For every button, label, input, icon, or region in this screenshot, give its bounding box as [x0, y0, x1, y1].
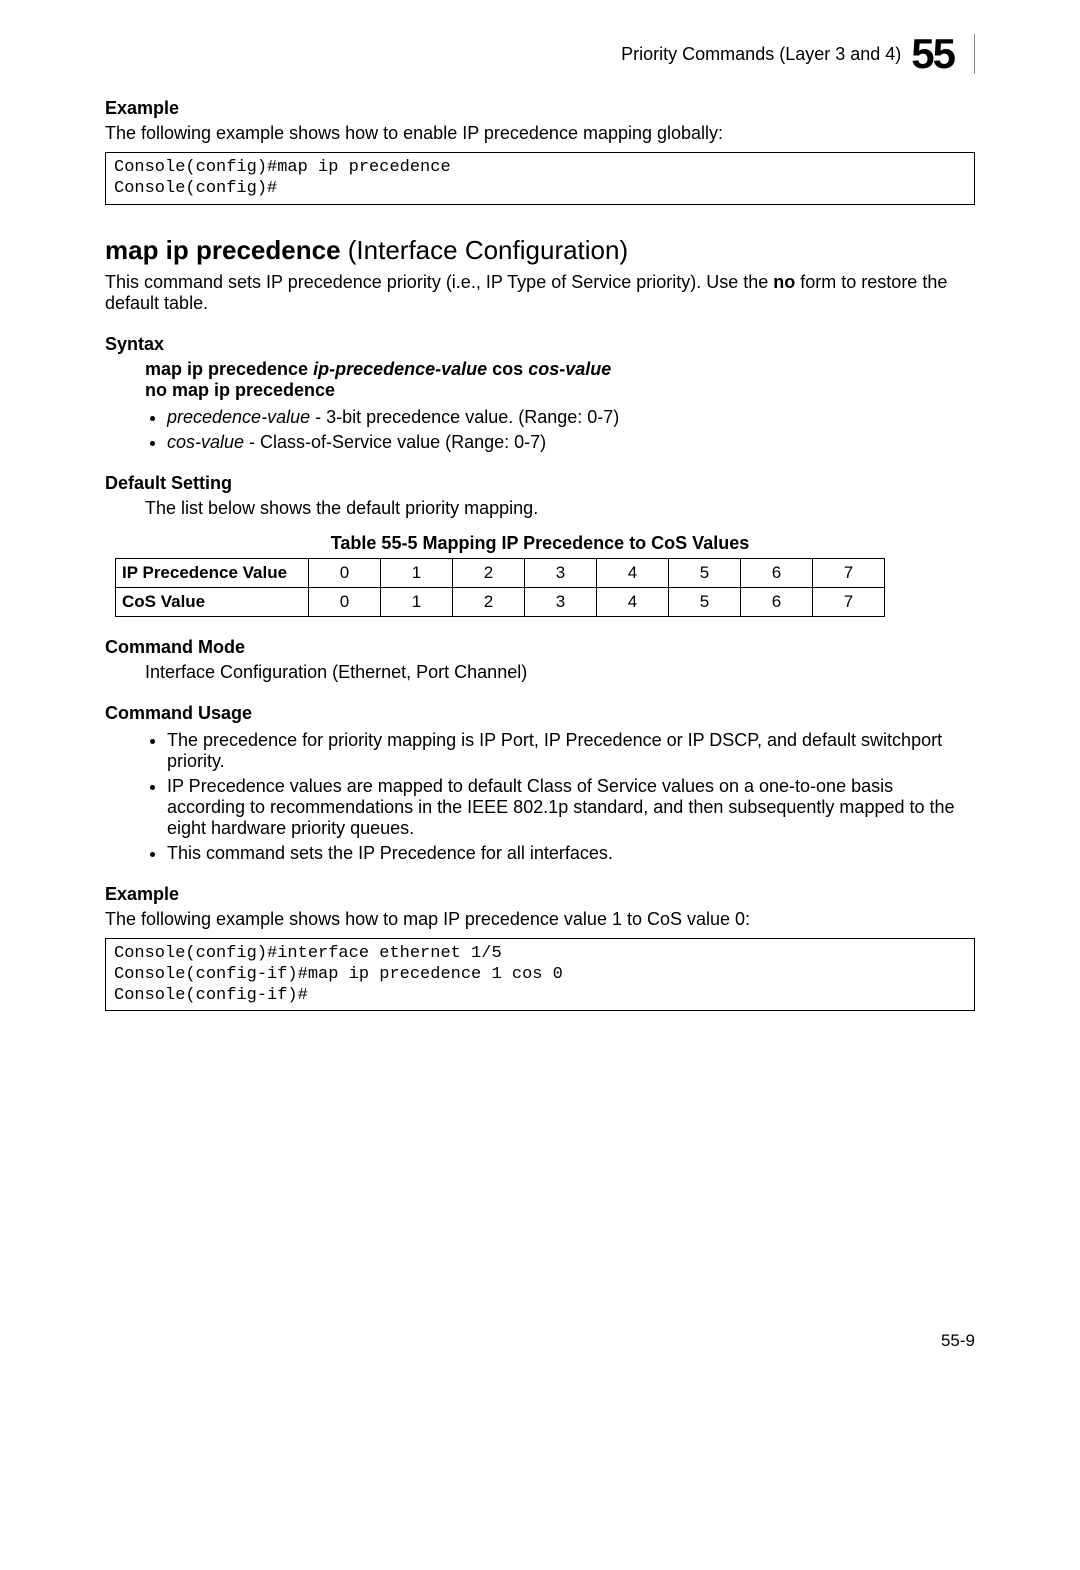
page-footer: 55-9: [105, 1331, 975, 1351]
cell: 5: [669, 558, 741, 587]
command-name-rest: (Interface Configuration): [341, 235, 629, 265]
cell: 6: [741, 587, 813, 616]
command-usage-label: Command Usage: [105, 703, 975, 724]
cell: 3: [525, 558, 597, 587]
example1-label: Example: [105, 98, 975, 119]
param2: cos-value - Class-of-Service value (Rang…: [167, 432, 975, 453]
page-header: Priority Commands (Layer 3 and 4) 55: [105, 30, 975, 78]
table-caption: Table 55-5 Mapping IP Precedence to CoS …: [105, 533, 975, 554]
cell: 7: [813, 587, 885, 616]
row1-label: IP Precedence Value: [116, 558, 309, 587]
cell: 4: [597, 558, 669, 587]
param1-name: precedence-value: [167, 407, 310, 427]
cell: 6: [741, 558, 813, 587]
command-desc-pre: This command sets IP precedence priority…: [105, 272, 773, 292]
cell: 2: [453, 558, 525, 587]
example1-code: Console(config)#map ip precedence Consol…: [105, 152, 975, 205]
syntax-line-2: no map ip precedence: [145, 380, 975, 401]
example2-label: Example: [105, 884, 975, 905]
cell: 0: [309, 587, 381, 616]
table-row: CoS Value 0 1 2 3 4 5 6 7: [116, 587, 885, 616]
cell: 2: [453, 587, 525, 616]
list-item: IP Precedence values are mapped to defau…: [167, 776, 975, 839]
example2-code: Console(config)#interface ethernet 1/5 C…: [105, 938, 975, 1012]
param2-name: cos-value: [167, 432, 244, 452]
command-mode-label: Command Mode: [105, 637, 975, 658]
command-usage-list: The precedence for priority mapping is I…: [145, 730, 975, 864]
command-mode-text: Interface Configuration (Ethernet, Port …: [145, 662, 975, 683]
cell: 3: [525, 587, 597, 616]
header-title: Priority Commands (Layer 3 and 4): [621, 44, 901, 65]
row2-label: CoS Value: [116, 587, 309, 616]
default-setting-text: The list below shows the default priorit…: [145, 498, 975, 519]
syntax1-i2: cos-value: [528, 359, 611, 379]
cell: 0: [309, 558, 381, 587]
syntax-label: Syntax: [105, 334, 975, 355]
list-item: The precedence for priority mapping is I…: [167, 730, 975, 772]
example2-intro: The following example shows how to map I…: [105, 909, 975, 930]
list-item: This command sets the IP Precedence for …: [167, 843, 975, 864]
syntax1-b1: map ip precedence: [145, 359, 313, 379]
command-description: This command sets IP precedence priority…: [105, 272, 975, 314]
cell: 1: [381, 558, 453, 587]
param2-desc: - Class-of-Service value (Range: 0-7): [244, 432, 546, 452]
chapter-number: 55: [911, 30, 954, 78]
cell: 5: [669, 587, 741, 616]
syntax1-b2: cos: [487, 359, 528, 379]
cell: 7: [813, 558, 885, 587]
param1: precedence-value - 3-bit precedence valu…: [167, 407, 975, 428]
syntax-lines: map ip precedence ip-precedence-value co…: [145, 359, 975, 401]
command-name-bold: map ip precedence: [105, 235, 341, 265]
param1-desc: - 3-bit precedence value. (Range: 0-7): [310, 407, 619, 427]
mapping-table: IP Precedence Value 0 1 2 3 4 5 6 7 CoS …: [115, 558, 885, 617]
page-content: Priority Commands (Layer 3 and 4) 55 Exa…: [105, 30, 975, 1351]
syntax1-i1: ip-precedence-value: [313, 359, 487, 379]
syntax-line-1: map ip precedence ip-precedence-value co…: [145, 359, 975, 380]
command-desc-bold: no: [773, 272, 795, 292]
command-heading: map ip precedence (Interface Configurati…: [105, 235, 975, 266]
table-row: IP Precedence Value 0 1 2 3 4 5 6 7: [116, 558, 885, 587]
cell: 1: [381, 587, 453, 616]
header-divider: [974, 34, 975, 74]
example1-intro: The following example shows how to enabl…: [105, 123, 975, 144]
cell: 4: [597, 587, 669, 616]
default-setting-label: Default Setting: [105, 473, 975, 494]
syntax-params: precedence-value - 3-bit precedence valu…: [145, 407, 975, 453]
